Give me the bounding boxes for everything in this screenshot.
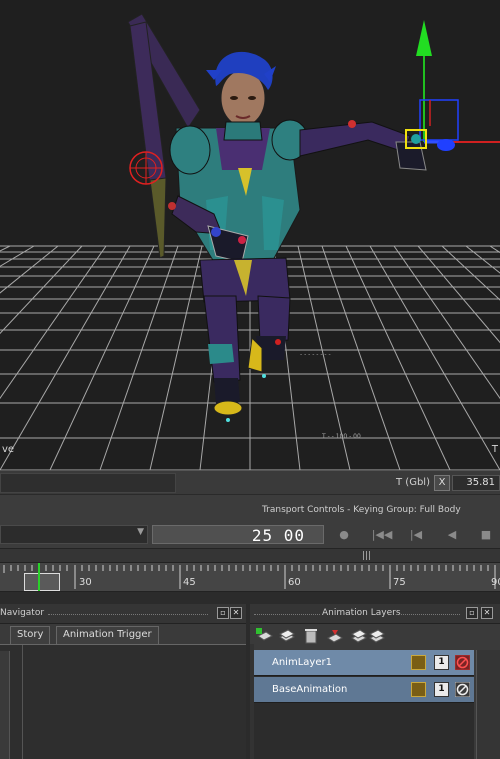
- tick-label: 30: [79, 577, 92, 588]
- transform-gizmo[interactable]: [405, 20, 500, 151]
- transport-splitter[interactable]: |||: [0, 548, 500, 562]
- z-axis-handle-icon[interactable]: [437, 139, 455, 151]
- navigator-body: [0, 644, 246, 759]
- 3d-viewport[interactable]: - - - - - - - - T - - 100 - 00 ve T: [0, 0, 500, 470]
- navigator-scroll[interactable]: [0, 651, 10, 759]
- float-panel-icon[interactable]: ▫: [217, 607, 229, 619]
- splitter-grip-icon[interactable]: |||: [362, 551, 371, 561]
- layers-scrollbar[interactable]: [476, 650, 500, 759]
- layer-row-baseanimation[interactable]: BaseAnimation 1: [254, 677, 474, 703]
- header-grip: [396, 614, 460, 615]
- timeline-ruler[interactable]: 30 45 60 75 90: [0, 562, 500, 592]
- navigator-divider[interactable]: [22, 645, 23, 759]
- record-icon[interactable]: ●: [332, 525, 356, 544]
- viewport-camera-label: ve: [2, 444, 15, 455]
- transport-controls: Transport Controls - Keying Group: Full …: [0, 494, 500, 548]
- tick-label: 75: [393, 577, 406, 588]
- mute-icon[interactable]: [455, 682, 470, 697]
- current-frame-field[interactable]: 25 00: [152, 525, 324, 545]
- scene-render: - - - - - - - - T - - 100 - 00: [0, 13, 500, 470]
- navigator-header: Navigator ▫ ✕: [0, 604, 246, 624]
- take-dropdown[interactable]: ▼: [0, 525, 148, 544]
- delete-layer-icon[interactable]: [302, 628, 320, 644]
- frame-digits: 25 00: [251, 526, 305, 545]
- tick-label: 60: [288, 577, 301, 588]
- close-icon[interactable]: ✕: [481, 607, 493, 619]
- stop-icon[interactable]: ■: [474, 525, 498, 544]
- y-axis-arrow-icon[interactable]: [416, 20, 432, 56]
- play-backward-icon[interactable]: ◀: [440, 525, 464, 544]
- close-icon[interactable]: ✕: [230, 607, 242, 619]
- grid-label-near: - - - - - - - -: [300, 351, 331, 358]
- solo-toggle[interactable]: 1: [434, 682, 449, 697]
- layer-row-animlayer1[interactable]: AnimLayer1 1: [254, 650, 474, 676]
- add-layer-icon[interactable]: [256, 628, 274, 644]
- viewport-right-label: T: [491, 444, 498, 455]
- layer-list: AnimLayer1 1 BaseAnimation 1: [254, 650, 474, 759]
- layer-name: BaseAnimation: [272, 684, 348, 695]
- layers-header: Animation Layers ▫ ✕: [250, 604, 500, 624]
- ruler-ticks: [3, 565, 496, 589]
- header-grip: [254, 614, 320, 615]
- tab-animation-trigger[interactable]: Animation Trigger: [56, 626, 159, 644]
- lock-icon[interactable]: [411, 682, 426, 697]
- grid-label-far: T - - 100 - 00: [321, 433, 361, 440]
- navigator-title: Navigator: [0, 608, 45, 618]
- coordinate-field[interactable]: 35.81: [452, 475, 500, 491]
- status-bar: T (Gbl) X 35.81: [0, 470, 500, 494]
- character-model[interactable]: [127, 13, 427, 422]
- layers-title: Animation Layers: [322, 608, 401, 618]
- lock-icon[interactable]: [411, 655, 426, 670]
- transform-space-label: T (Gbl): [396, 477, 430, 488]
- header-grip: [48, 614, 208, 615]
- playhead-frame-box[interactable]: [24, 573, 60, 591]
- tick-label: 45: [183, 577, 196, 588]
- previous-key-icon[interactable]: |◀: [404, 525, 428, 544]
- navigator-tabs: Story Animation Trigger: [0, 626, 246, 644]
- status-field[interactable]: [0, 473, 176, 493]
- tab-story[interactable]: Story: [10, 626, 51, 644]
- transport-title: Transport Controls - Keying Group: Full …: [262, 505, 461, 515]
- tick-label: 90: [491, 577, 500, 588]
- mute-icon[interactable]: [455, 655, 470, 670]
- axis-x-button[interactable]: X: [434, 475, 450, 491]
- playhead-marker[interactable]: [38, 563, 40, 591]
- float-panel-icon[interactable]: ▫: [466, 607, 478, 619]
- duplicate-layer-icon[interactable]: [278, 628, 296, 644]
- go-to-start-icon[interactable]: |◀◀: [370, 525, 394, 544]
- layers-stack-icon[interactable]: [350, 628, 388, 644]
- chevron-down-icon: ▼: [137, 527, 144, 537]
- merge-layer-icon[interactable]: [326, 628, 344, 644]
- layer-name: AnimLayer1: [272, 657, 332, 668]
- solo-toggle[interactable]: 1: [434, 655, 449, 670]
- layer-toolbar: [252, 626, 500, 648]
